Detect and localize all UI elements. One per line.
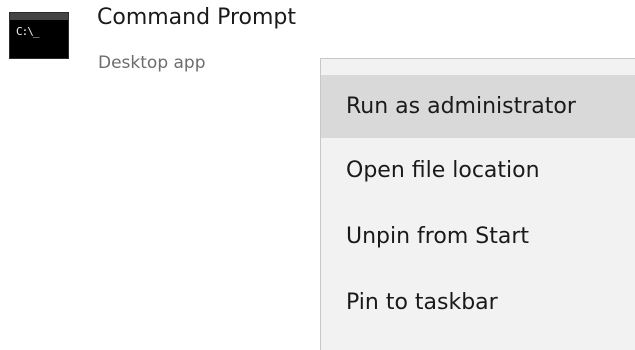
menu-item-unpin-from-start[interactable]: Unpin from Start xyxy=(321,204,635,270)
command-prompt-icon: C:\_ xyxy=(9,12,69,59)
menu-item-pin-to-taskbar[interactable]: Pin to taskbar xyxy=(321,270,635,336)
icon-titlebar xyxy=(10,13,68,20)
context-menu: Run as administrator Open file location … xyxy=(320,58,635,350)
app-title: Command Prompt xyxy=(97,5,296,30)
icon-prompt-text: C:\_ xyxy=(16,25,39,38)
menu-item-open-file-location[interactable]: Open file location xyxy=(321,138,635,204)
app-subtitle: Desktop app xyxy=(98,53,206,73)
menu-item-run-as-administrator[interactable]: Run as administrator xyxy=(321,75,635,138)
